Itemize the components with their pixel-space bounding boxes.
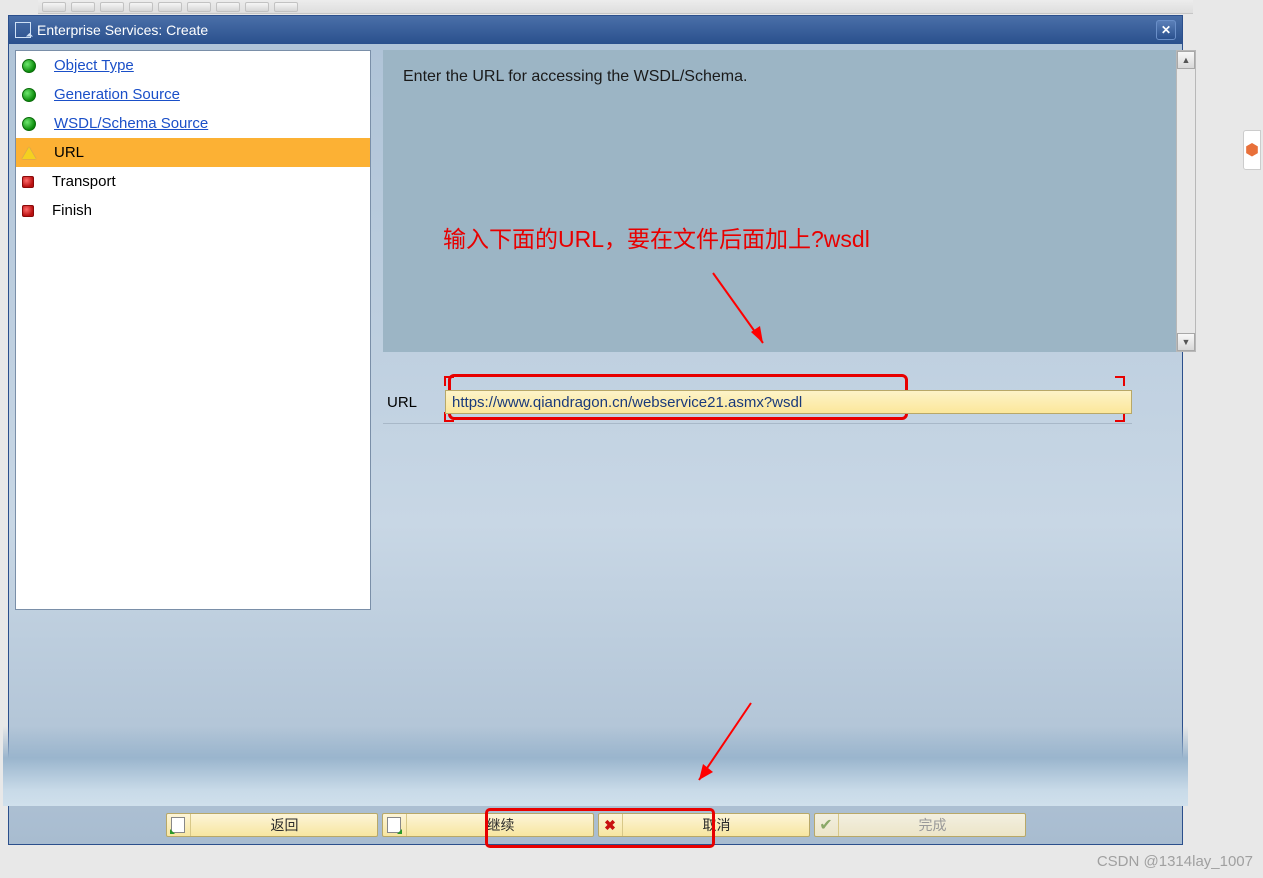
- scroll-up-button[interactable]: ▲: [1177, 51, 1195, 69]
- document-back-icon: [167, 814, 191, 836]
- instruction-text: Enter the URL for accessing the WSDL/Sch…: [403, 68, 747, 85]
- button-label: 返回: [193, 815, 377, 835]
- sidebar-item-finish[interactable]: Finish: [16, 196, 370, 225]
- button-bar: 返回 继续 ✖ 取消 ✔ 完成: [15, 808, 1176, 842]
- url-input[interactable]: [445, 390, 1132, 414]
- instruction-panel: Enter the URL for accessing the WSDL/Sch…: [383, 50, 1176, 352]
- url-label: URL: [387, 394, 417, 411]
- sidebar-item-label[interactable]: Generation Source: [54, 86, 180, 103]
- status-complete-icon: [22, 88, 36, 102]
- continue-button[interactable]: 继续: [382, 813, 594, 837]
- sidebar-item-transport[interactable]: Transport: [16, 167, 370, 196]
- button-label: 继续: [409, 815, 593, 835]
- annotation-arrow-icon: [703, 268, 793, 358]
- sidebar-item-label: Transport: [52, 173, 116, 190]
- watermark: CSDN @1314lay_1007: [1097, 853, 1253, 870]
- annotation-arrow-icon: [681, 698, 761, 798]
- sidebar-item-label: Finish: [52, 202, 92, 219]
- dialog-titlebar: Enterprise Services: Create ✕: [9, 16, 1182, 44]
- sidebar-item-object-type[interactable]: Object Type: [16, 51, 370, 80]
- status-pending-icon: [22, 176, 34, 188]
- status-pending-icon: [22, 205, 34, 217]
- background-toolbar-fragment: [38, 0, 1193, 14]
- sidebar-item-label: URL: [54, 144, 84, 161]
- sidebar-item-wsdl-schema-source[interactable]: WSDL/Schema Source: [16, 109, 370, 138]
- finish-button: ✔ 完成: [814, 813, 1026, 837]
- wizard-content: Enter the URL for accessing the WSDL/Sch…: [383, 50, 1176, 808]
- sidebar-item-generation-source[interactable]: Generation Source: [16, 80, 370, 109]
- annotation-text: 输入下面的URL，要在文件后面加上?wsdl: [443, 220, 870, 254]
- close-button[interactable]: ✕: [1156, 20, 1176, 40]
- status-complete-icon: [22, 117, 36, 131]
- annotation-corner-icon: [1115, 376, 1125, 386]
- wizard-steps-sidebar: Object Type Generation Source WSDL/Schem…: [15, 50, 371, 610]
- document-forward-icon: [383, 814, 407, 836]
- scroll-down-button[interactable]: ▼: [1177, 333, 1195, 351]
- status-current-icon: [22, 147, 36, 159]
- vertical-scrollbar[interactable]: ▲ ▼: [1176, 50, 1196, 352]
- annotation-corner-icon: [444, 376, 454, 386]
- dialog-title: Enterprise Services: Create: [37, 22, 208, 38]
- button-label: 取消: [625, 815, 809, 835]
- cancel-icon: ✖: [599, 814, 623, 836]
- cancel-button[interactable]: ✖ 取消: [598, 813, 810, 837]
- enterprise-services-dialog: Enterprise Services: Create ✕ Object Typ…: [8, 15, 1183, 845]
- side-tab-fragment: ⬢: [1243, 130, 1261, 170]
- url-input-wrapper: [445, 390, 1132, 414]
- sidebar-item-label[interactable]: Object Type: [54, 57, 134, 74]
- back-button[interactable]: 返回: [166, 813, 378, 837]
- finish-icon: ✔: [815, 814, 839, 836]
- status-complete-icon: [22, 59, 36, 73]
- sidebar-item-label[interactable]: WSDL/Schema Source: [54, 115, 208, 132]
- sidebar-item-url[interactable]: URL: [16, 138, 370, 167]
- dialog-body: Object Type Generation Source WSDL/Schem…: [9, 44, 1182, 844]
- main-area: Object Type Generation Source WSDL/Schem…: [15, 50, 1176, 808]
- window-icon: [15, 22, 31, 38]
- url-row: URL: [383, 388, 1176, 416]
- button-label: 完成: [841, 815, 1025, 835]
- divider: [383, 423, 1132, 424]
